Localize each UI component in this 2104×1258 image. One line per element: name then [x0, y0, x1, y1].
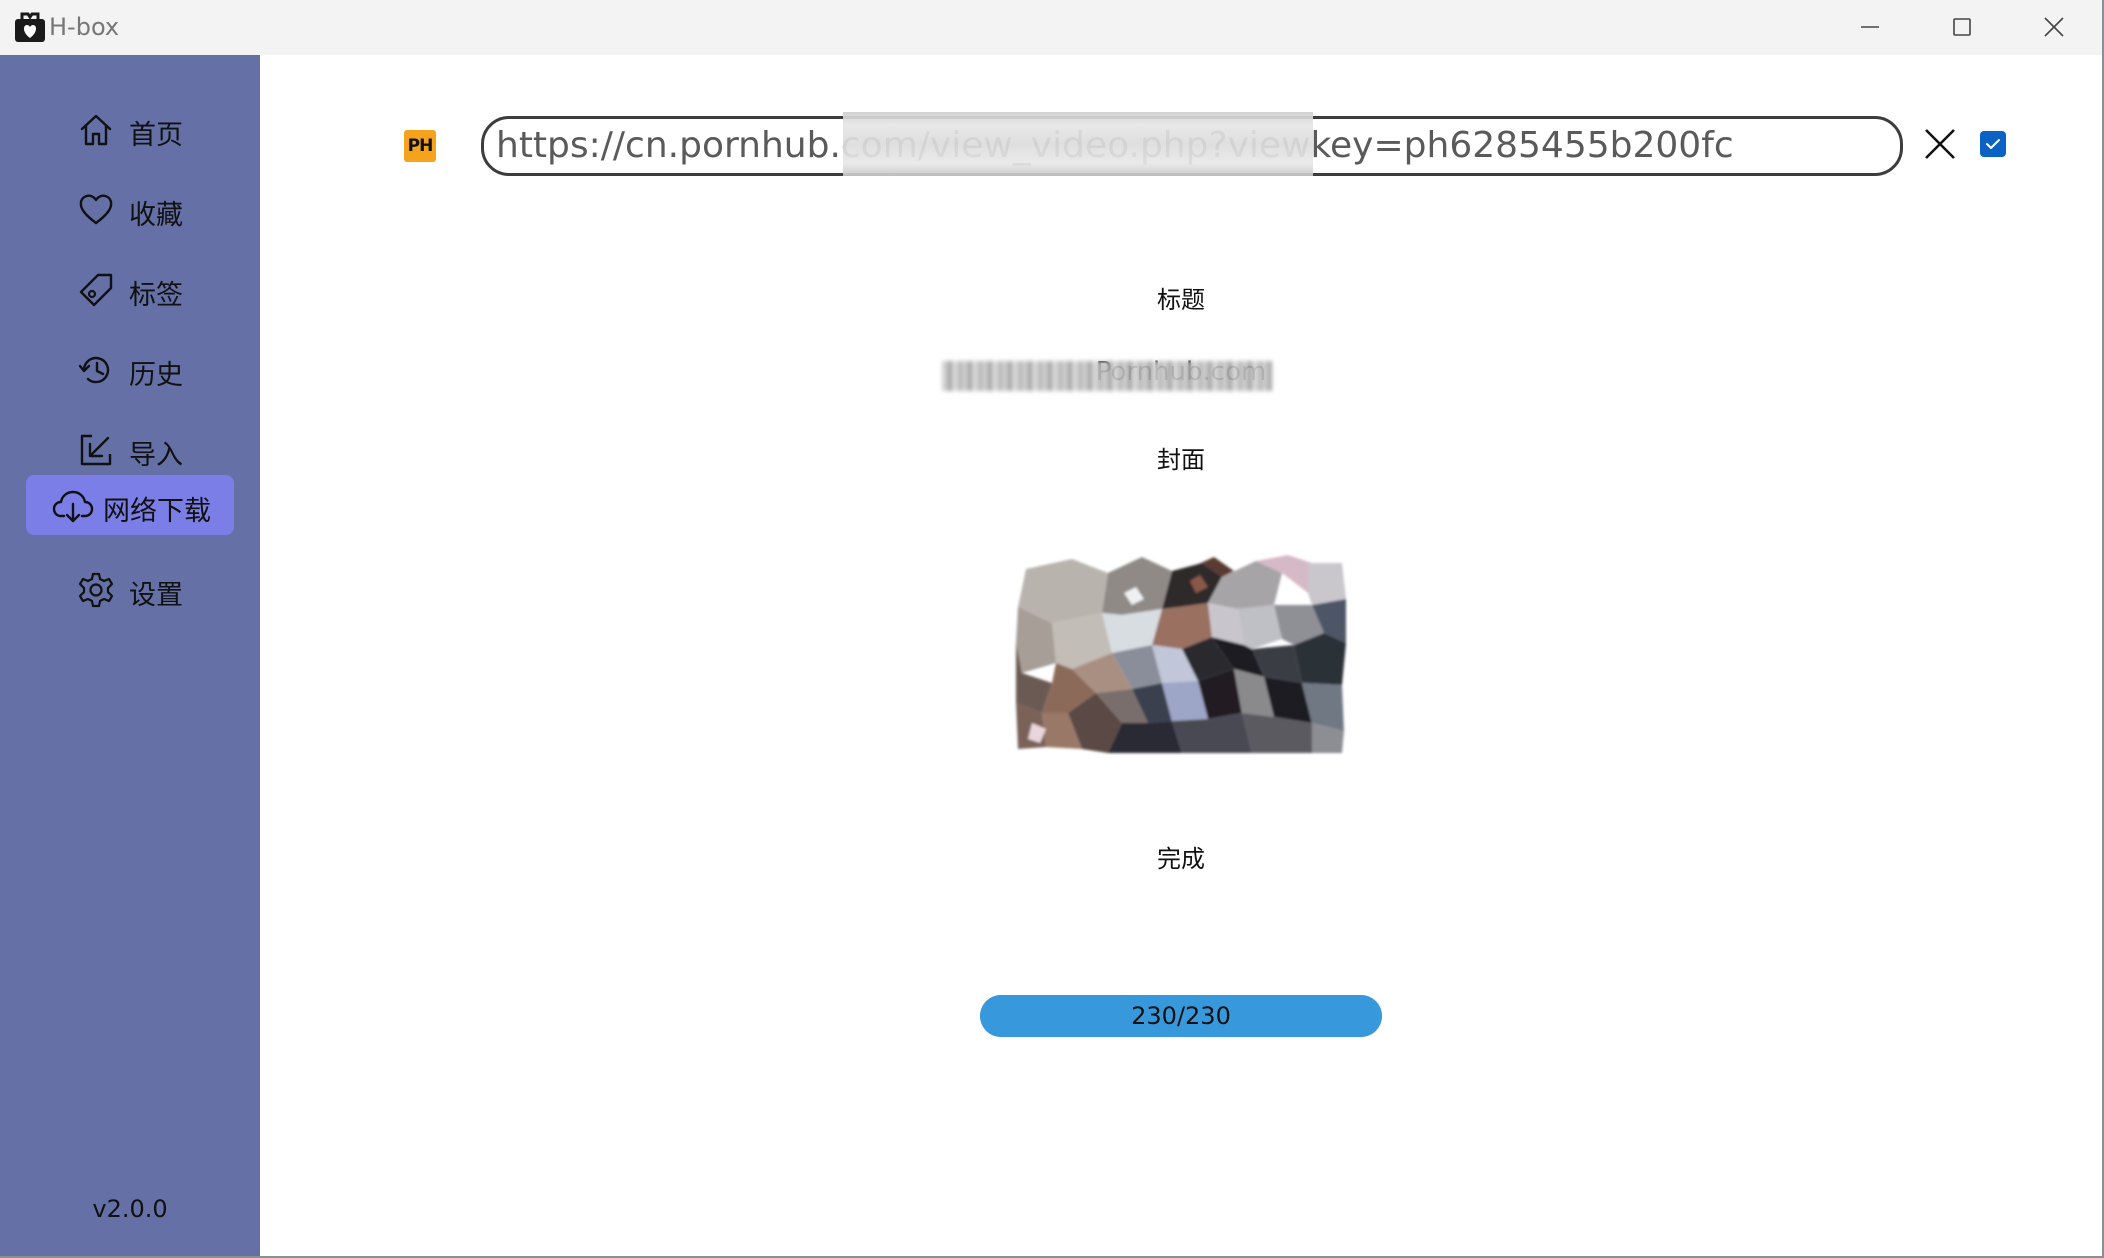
title-redaction [942, 361, 1272, 391]
app-window: H-box 首页 收藏 标签 历史 导入 网络下载 设置 v2.0.0 PH 标… [0, 0, 2102, 1256]
import-icon [80, 434, 112, 466]
progress-text: 230/230 [1131, 1002, 1231, 1030]
sidebar-item-web-download[interactable]: 网络下载 [26, 475, 234, 535]
sidebar: 首页 收藏 标签 历史 导入 网络下载 设置 v2.0.0 [0, 55, 260, 1256]
history-icon [78, 356, 110, 384]
gear-icon [78, 572, 114, 608]
confirm-checkbox[interactable] [1980, 131, 2006, 157]
window-close-button[interactable] [2008, 0, 2100, 55]
title-bar: H-box [0, 0, 2102, 55]
maximize-button[interactable] [1916, 0, 2008, 55]
clear-url-button[interactable] [1923, 127, 1957, 161]
status-label: 完成 [1157, 845, 1205, 873]
sidebar-item-label: 收藏 [129, 200, 183, 231]
app-version: v2.0.0 [92, 1195, 168, 1223]
sidebar-item-label: 导入 [129, 440, 183, 471]
sidebar-item-tags[interactable]: 标签 [26, 259, 234, 319]
maximize-icon [1953, 18, 1971, 36]
sidebar-item-history[interactable]: 历史 [26, 339, 234, 399]
sidebar-item-label: 历史 [129, 360, 183, 391]
heart-icon [79, 194, 113, 225]
home-icon [80, 114, 112, 146]
site-logo: PH [404, 130, 436, 162]
sidebar-item-label: 网络下载 [103, 496, 211, 527]
cover-label: 封面 [1157, 446, 1205, 474]
sidebar-item-home[interactable]: 首页 [26, 99, 234, 159]
sidebar-item-label: 标签 [129, 280, 183, 311]
minimize-icon [1861, 26, 1879, 28]
app-logo-icon [15, 12, 45, 42]
title-label: 标题 [1157, 286, 1205, 314]
sidebar-item-label: 首页 [129, 120, 183, 151]
cover-image [1016, 555, 1346, 753]
download-progress-bar: 230/230 [980, 995, 1382, 1037]
sidebar-item-label: 设置 [129, 580, 183, 611]
minimize-button[interactable] [1824, 0, 1916, 55]
window-title: H-box [49, 13, 120, 41]
cloud-download-icon [52, 490, 94, 523]
sidebar-item-favorites[interactable]: 收藏 [26, 179, 234, 239]
close-icon [2044, 17, 2064, 37]
sidebar-item-settings[interactable]: 设置 [26, 559, 234, 619]
tag-icon [79, 273, 113, 307]
download-panel: PH https://cn.pornhub.com/view_video.php… [260, 55, 2102, 1256]
checkmark-icon [1986, 139, 2000, 149]
url-redaction [843, 112, 1313, 176]
sidebar-item-import[interactable]: 导入 [26, 419, 234, 479]
